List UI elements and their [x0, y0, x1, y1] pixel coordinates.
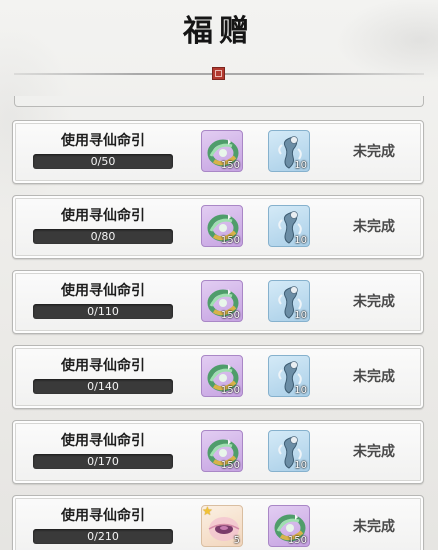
- page-title: 福赠: [183, 14, 255, 49]
- red-seal-icon: [212, 67, 225, 80]
- reward-count: 10: [294, 310, 307, 321]
- task-list-viewport[interactable]: 使用寻仙命引 0/50 150 10 未完成 使用寻仙命引 0/80 150 10 未完成 使用寻仙…: [0, 96, 438, 550]
- reward-count: 5: [233, 535, 240, 546]
- task-status: 未完成: [353, 444, 395, 460]
- task-progress-text: 0/110: [87, 305, 119, 318]
- task-label: 使用寻仙命引: [61, 133, 145, 149]
- reward-slot[interactable]: 150: [268, 505, 310, 547]
- reward-slot[interactable]: 10: [268, 130, 310, 172]
- reward-slot[interactable]: 150: [201, 355, 243, 397]
- task-label: 使用寻仙命引: [61, 433, 145, 449]
- reward-slot[interactable]: 150: [201, 205, 243, 247]
- reward-count: 150: [220, 385, 240, 396]
- task-status: 未完成: [353, 294, 395, 310]
- reward-count: 10: [294, 160, 307, 171]
- star-icon: ★: [202, 505, 213, 518]
- task-card: 使用寻仙命引 0/110 150 10 未完成: [12, 270, 424, 334]
- task-status: 未完成: [353, 519, 395, 535]
- reward-count: 150: [287, 535, 307, 546]
- previous-card-edge: [14, 96, 424, 107]
- task-label: 使用寻仙命引: [61, 508, 145, 524]
- reward-slot[interactable]: 10: [268, 355, 310, 397]
- reward-count: 150: [220, 235, 240, 246]
- task-list: 使用寻仙命引 0/50 150 10 未完成 使用寻仙命引 0/80 150 10 未完成 使用寻仙…: [12, 120, 424, 550]
- task-card: 使用寻仙命引 0/50 150 10 未完成: [12, 120, 424, 184]
- reward-count: 150: [220, 160, 240, 171]
- task-progress-text: 0/50: [90, 155, 116, 168]
- reward-count: 150: [220, 310, 240, 321]
- reward-count: 150: [220, 460, 240, 471]
- task-label: 使用寻仙命引: [61, 208, 145, 224]
- reward-count: 10: [294, 235, 307, 246]
- task-progress-bar: 0/110: [33, 304, 173, 319]
- task-progress-text: 0/80: [90, 230, 116, 243]
- task-label: 使用寻仙命引: [61, 358, 145, 374]
- task-card: 使用寻仙命引 0/140 150 10 未完成: [12, 345, 424, 409]
- reward-slot[interactable]: 150: [201, 130, 243, 172]
- reward-slot[interactable]: 10: [268, 280, 310, 322]
- task-card: 使用寻仙命引 0/170 150 10 未完成: [12, 420, 424, 484]
- task-progress-bar: 0/80: [33, 229, 173, 244]
- reward-slot[interactable]: 150: [201, 280, 243, 322]
- reward-slot[interactable]: 150: [201, 430, 243, 472]
- task-progress-bar: 0/210: [33, 529, 173, 544]
- reward-slot[interactable]: ★ 5: [201, 505, 243, 547]
- task-progress-text: 0/210: [87, 530, 119, 543]
- task-progress-text: 0/170: [87, 455, 119, 468]
- task-card: 使用寻仙命引 0/80 150 10 未完成: [12, 195, 424, 259]
- reward-count: 10: [294, 385, 307, 396]
- reward-count: 10: [294, 460, 307, 471]
- task-status: 未完成: [353, 369, 395, 385]
- task-label: 使用寻仙命引: [61, 283, 145, 299]
- task-progress-bar: 0/50: [33, 154, 173, 169]
- task-progress-text: 0/140: [87, 380, 119, 393]
- task-progress-bar: 0/140: [33, 379, 173, 394]
- reward-slot[interactable]: 10: [268, 205, 310, 247]
- task-status: 未完成: [353, 144, 395, 160]
- task-progress-bar: 0/170: [33, 454, 173, 469]
- task-card: 使用寻仙命引 0/210 ★ 5 150 未完成: [12, 495, 424, 550]
- reward-slot[interactable]: 10: [268, 430, 310, 472]
- task-status: 未完成: [353, 219, 395, 235]
